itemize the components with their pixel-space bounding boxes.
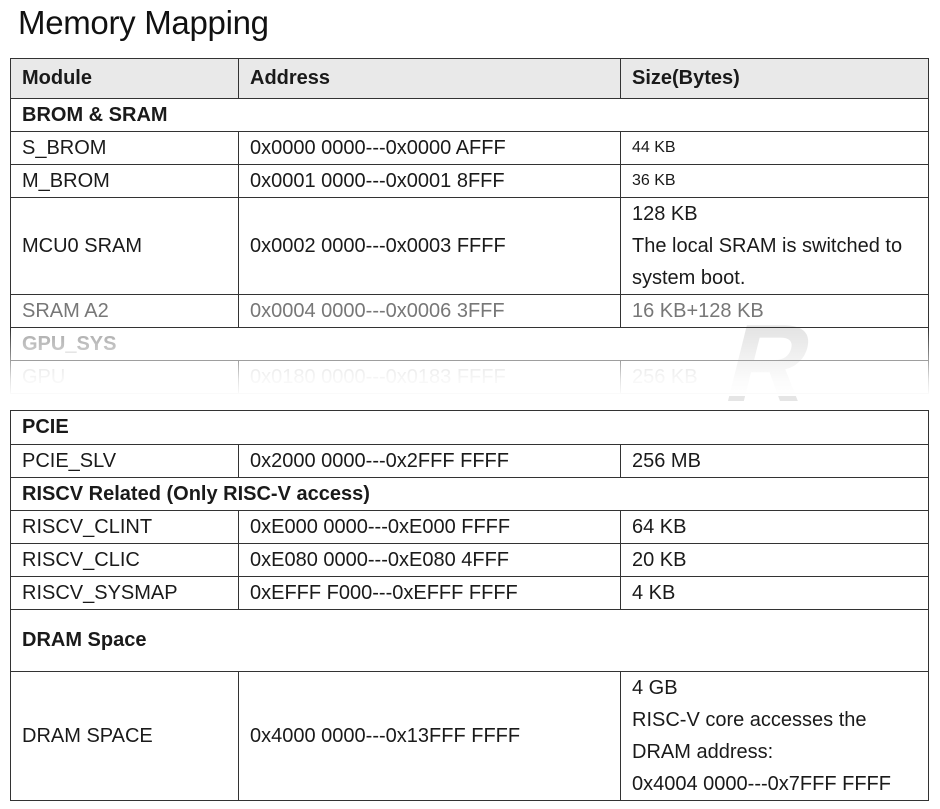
- address-cell: 0xE080 0000---0xE080 4FFF: [238, 543, 621, 577]
- size-cell: 44 KB: [620, 131, 929, 165]
- module-cell: SRAM A2: [10, 294, 239, 328]
- module-cell: DRAM SPACE: [10, 671, 239, 801]
- address-cell: 0x0004 0000---0x0006 3FFF: [238, 294, 621, 328]
- size-cell: 16 KB+128 KB: [620, 294, 929, 328]
- section-row: GPU_SYS: [10, 327, 929, 361]
- table-row: RISCV_SYSMAP 0xEFFF F000---0xEFFF FFFF 4…: [10, 576, 929, 610]
- size-line: system boot.: [632, 267, 746, 289]
- size-cell: 256 MB: [620, 444, 929, 478]
- module-cell: RISCV_CLIC: [10, 543, 239, 577]
- section-pcie: PCIE: [10, 410, 929, 445]
- address-cell: 0x0000 0000---0x0000 AFFF: [238, 131, 621, 165]
- address-cell: 0x0180 0000---0x0183 FFFF: [238, 360, 621, 394]
- size-cell: 4 KB: [620, 576, 929, 610]
- header-size: Size(Bytes): [620, 58, 929, 99]
- section-row: DRAM Space: [10, 609, 929, 672]
- size-line: RISC-V core accesses the: [632, 709, 867, 731]
- module-cell: RISCV_CLINT: [10, 510, 239, 544]
- memory-map-table-bottom: PCIE PCIE_SLV 0x2000 0000---0x2FFF FFFF …: [10, 410, 929, 801]
- table-row: S_BROM 0x0000 0000---0x0000 AFFF 44 KB: [10, 131, 929, 165]
- table-row: RISCV_CLIC 0xE080 0000---0xE080 4FFF 20 …: [10, 543, 929, 577]
- page-title: Memory Mapping: [18, 4, 269, 41]
- table-row: SRAM A2 0x0004 0000---0x0006 3FFF 16 KB+…: [10, 294, 929, 328]
- size-cell: 20 KB: [620, 543, 929, 577]
- table-row: MCU0 SRAM 0x0002 0000---0x0003 FFFF 128 …: [10, 197, 929, 295]
- section-brom-sram: BROM & SRAM: [10, 98, 929, 132]
- size-line: 0x4004 0000---0x7FFF FFFF: [632, 773, 891, 795]
- header-address: Address: [238, 58, 621, 99]
- address-cell: 0x4000 0000---0x13FFF FFFF: [238, 671, 621, 801]
- size-cell: 36 KB: [620, 164, 929, 198]
- address-cell: 0xEFFF F000---0xEFFF FFFF: [238, 576, 621, 610]
- section-gpu-sys: GPU_SYS: [10, 327, 929, 361]
- table-row: GPU 0x0180 0000---0x0183 FFFF 256 KB: [10, 360, 929, 394]
- size-line: 128 KB: [632, 203, 698, 225]
- section-row: BROM & SRAM: [10, 98, 929, 132]
- memory-map-table-top: Module Address Size(Bytes) BROM & SRAM S…: [10, 58, 929, 394]
- module-cell: S_BROM: [10, 131, 239, 165]
- size-cell: 4 GB RISC-V core accesses the DRAM addre…: [620, 671, 929, 801]
- table-row: DRAM SPACE 0x4000 0000---0x13FFF FFFF 4 …: [10, 671, 929, 801]
- table-row: RISCV_CLINT 0xE000 0000---0xE000 FFFF 64…: [10, 510, 929, 544]
- size-cell: 256 KB: [620, 360, 929, 394]
- address-cell: 0xE000 0000---0xE000 FFFF: [238, 510, 621, 544]
- address-cell: 0x0001 0000---0x0001 8FFF: [238, 164, 621, 198]
- module-cell: M_BROM: [10, 164, 239, 198]
- section-row: PCIE: [10, 410, 929, 445]
- size-line: The local SRAM is switched to: [632, 235, 903, 257]
- size-line: 4 GB: [632, 677, 678, 699]
- module-cell: PCIE_SLV: [10, 444, 239, 478]
- address-cell: 0x0002 0000---0x0003 FFFF: [238, 197, 621, 295]
- size-line: DRAM address:: [632, 741, 774, 763]
- module-cell: MCU0 SRAM: [10, 197, 239, 295]
- module-cell: GPU: [10, 360, 239, 394]
- address-cell: 0x2000 0000---0x2FFF FFFF: [238, 444, 621, 478]
- header-module: Module: [10, 58, 239, 99]
- size-cell: 64 KB: [620, 510, 929, 544]
- size-cell: 128 KB The local SRAM is switched to sys…: [620, 197, 929, 295]
- section-dram: DRAM Space: [10, 609, 929, 672]
- section-riscv: RISCV Related (Only RISC-V access): [10, 477, 929, 511]
- table-header-row: Module Address Size(Bytes): [10, 58, 929, 99]
- table-row: PCIE_SLV 0x2000 0000---0x2FFF FFFF 256 M…: [10, 444, 929, 478]
- module-cell: RISCV_SYSMAP: [10, 576, 239, 610]
- section-row: RISCV Related (Only RISC-V access): [10, 477, 929, 511]
- table-row: M_BROM 0x0001 0000---0x0001 8FFF 36 KB: [10, 164, 929, 198]
